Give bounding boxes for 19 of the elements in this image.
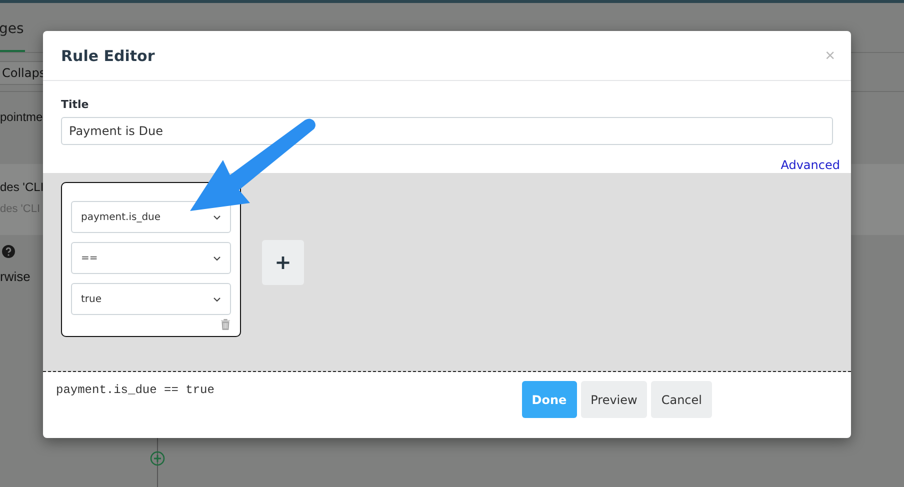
caret-icon bbox=[213, 256, 221, 260]
advanced-link[interactable]: Advanced bbox=[780, 158, 840, 172]
caret-icon bbox=[213, 296, 221, 302]
dialog-button[interactable]: Preview bbox=[580, 381, 648, 418]
help-icon bbox=[2, 245, 15, 258]
item-title: des 'CLI bbox=[0, 180, 45, 194]
dialog-button[interactable]: Cancel bbox=[651, 381, 712, 418]
field-label: Title bbox=[61, 98, 90, 111]
dialog-title: Rule Editor bbox=[61, 46, 155, 64]
add-node-icon[interactable] bbox=[150, 451, 165, 466]
tab[interactable]: ges bbox=[0, 21, 25, 52]
trash-icon[interactable] bbox=[221, 319, 230, 330]
dropdown[interactable]: == bbox=[71, 242, 231, 274]
rule-expression: payment.is_due == true bbox=[56, 382, 214, 399]
otherwise-label: rwise bbox=[0, 268, 30, 284]
add-button[interactable]: + bbox=[262, 240, 304, 284]
caret-icon bbox=[213, 214, 221, 220]
dropdown[interactable]: true bbox=[71, 283, 231, 315]
title-field[interactable]: Payment is Due bbox=[61, 117, 833, 145]
